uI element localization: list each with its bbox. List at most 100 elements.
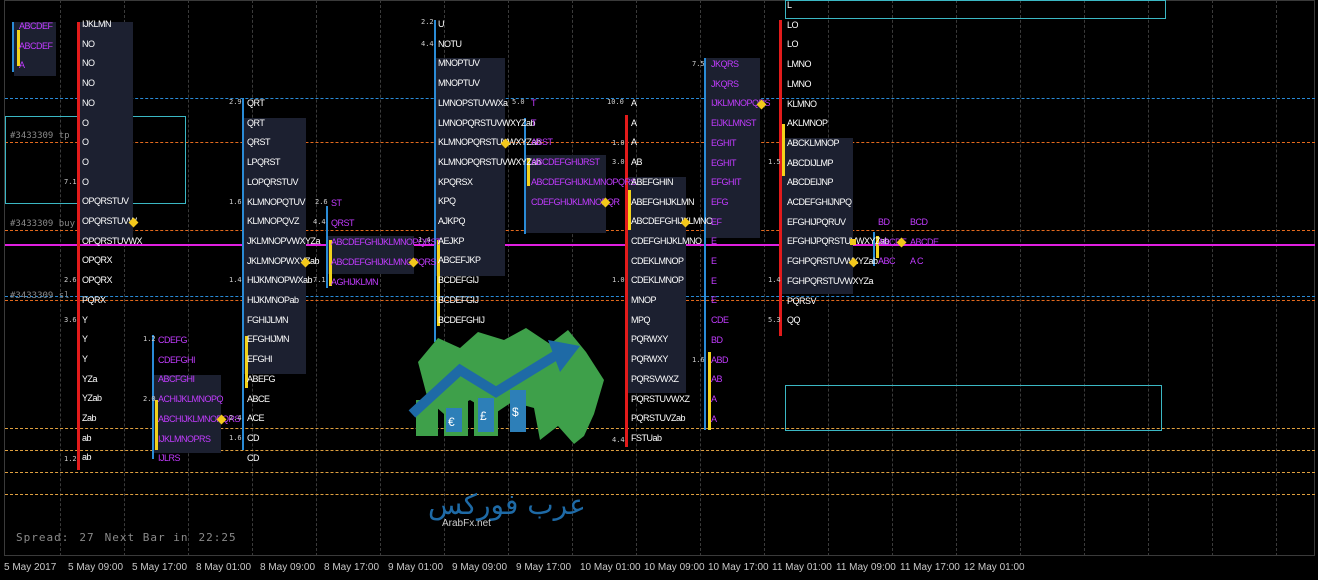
- tpo-row: OPQRSTUVWX: [82, 235, 143, 246]
- logo-arabic-text: عرب فوركس: [428, 488, 586, 521]
- tpo-count: 5.3: [768, 316, 781, 324]
- tpo-row: A: [19, 60, 25, 71]
- tpo-profile: JKQRS JKQRS IJKLMNOPQRS EIJKLMNST EGHIT …: [711, 55, 771, 429]
- tpo-row: ABD: [711, 354, 729, 365]
- tpo-row: ACE: [247, 413, 265, 424]
- tpo-row: KLMNOPQTUV: [247, 196, 306, 207]
- value-area-bar: [12, 22, 14, 72]
- tpo-row: FGHPQRSTUVWXYZab: [787, 256, 878, 267]
- tpo-row: LMNOPSTUVWXa: [438, 97, 508, 108]
- time-label: 9 May 09:00: [452, 562, 508, 573]
- tpo-count: 1.2: [143, 335, 156, 343]
- time-axis[interactable]: 5 May 2017 5 May 09:00 5 May 17:00 8 May…: [0, 556, 1318, 580]
- tpo-row: ABEFG: [247, 373, 276, 384]
- tpo-count: 7.1: [64, 178, 77, 186]
- tpo-profile: CDEFG CDEFGHI ABCFGHI ACHIJKLMNOPQ ABCHI…: [158, 331, 241, 469]
- tpo-row: OPQRX: [82, 255, 113, 266]
- tpo-row: A C: [910, 256, 924, 267]
- tpo-row: Y: [82, 314, 88, 325]
- tpo-count: 2.4: [229, 414, 242, 422]
- tpo-count: 1.0: [612, 139, 625, 147]
- time-label: 10 May 17:00: [708, 562, 769, 573]
- arabfx-logo: € £ $ عرب فوركس ArabFx.net: [408, 328, 604, 528]
- poc-bar: [77, 22, 80, 470]
- tpo-row: ABCDEFGHIJKLMNO: [631, 216, 713, 227]
- rectangle-object[interactable]: [785, 385, 1162, 431]
- tpo-row: O: [82, 176, 89, 187]
- tpo-row: EFGHIT: [711, 177, 742, 188]
- tpo-row: ABCDIJLMP: [787, 157, 834, 168]
- tpo-row: CDEFGHI: [158, 354, 196, 365]
- tpo-row: CDE: [711, 315, 729, 326]
- value-area-bar: [326, 206, 328, 288]
- tpo-count: 3.0: [612, 158, 625, 166]
- tpo-row: ABC: [878, 256, 896, 267]
- tpo-count: 2.2: [421, 18, 434, 26]
- tpo-row: A: [631, 98, 637, 108]
- tpo-row: NO: [82, 97, 95, 108]
- tpo-count: 7.1: [313, 276, 326, 284]
- tpo-row: O: [82, 137, 89, 148]
- tpo-count: 1.2: [64, 455, 77, 463]
- tpo-row: CDEKLMNOP: [631, 275, 684, 286]
- tpo-row: ABCFGHI: [158, 374, 195, 385]
- tpo-row: HIJKMNOPWXab: [247, 275, 313, 286]
- tpo-row: PQRX: [82, 294, 106, 305]
- tpo-row: NO: [82, 38, 95, 49]
- tpo-row: BD: [878, 217, 890, 227]
- tpo-count: 1.5: [768, 158, 781, 166]
- tpo-row: BCD: [910, 217, 928, 227]
- tpo-row: E: [711, 275, 717, 286]
- tpo-row: EF: [711, 216, 722, 227]
- tpo-count: 2.9: [229, 98, 242, 106]
- tpo-row: MNOPTUV: [438, 58, 480, 69]
- tpo-row: AB: [711, 374, 723, 385]
- tpo-row: JKLMNOPVWXYZa: [247, 235, 321, 246]
- tpo-row: QRST: [331, 217, 355, 228]
- tpo-profile: U NOTU MNOPTUV MNOPTUV LMNOPSTUVWXa LMNO…: [438, 15, 541, 330]
- tpo-count: 3.6: [64, 316, 77, 324]
- tpo-row: KLMNOPQRSTUVWXYZab: [438, 137, 541, 148]
- tpo-row: T: [531, 117, 537, 128]
- tpo-row: OPQRSTUV: [82, 196, 129, 207]
- tpo-profile: QRT QRT QRST LPQRST LOPQRSTUV KLMNOPQTUV…: [247, 94, 321, 468]
- tpo-row: EFG: [711, 196, 729, 207]
- level-line: [5, 472, 1315, 473]
- logo-latin-text: ArabFx.net: [442, 518, 491, 528]
- tpo-row: CDEFG: [158, 335, 188, 345]
- tpo-row: JKQRS: [711, 59, 739, 69]
- tpo-row: YZab: [82, 393, 102, 404]
- tpo-row: EGHIT: [711, 157, 737, 168]
- tpo-profile: T T ABST ABCDEFGHIJRST ABCDEFGHIJKLMNOPQ…: [531, 94, 637, 212]
- svg-text:€: €: [448, 415, 455, 429]
- tpo-row: MPQ: [631, 314, 651, 325]
- time-label: 8 May 01:00: [196, 562, 252, 573]
- yellow-bar: [782, 124, 785, 176]
- tpo-row: A: [711, 413, 717, 424]
- value-area-bar: [242, 98, 244, 450]
- tpo-row: PQRWXY: [631, 334, 668, 345]
- tpo-row: LMNOPQRSTUVWXYZab: [438, 117, 536, 128]
- tpo-count: 4.4: [421, 40, 434, 48]
- tpo-row: ABCKLMNOP: [787, 137, 840, 148]
- tpo-row: KLMNOPQVZ: [247, 216, 300, 227]
- value-area-bar: [434, 20, 436, 342]
- tpo-row: AKLMNOP: [787, 118, 828, 129]
- tpo-row: O: [82, 117, 89, 128]
- tpo-profile: IJKLMN NO NO NO NO O O O O OPQRSTUV OPQR…: [82, 15, 143, 468]
- time-label: 8 May 17:00: [324, 562, 380, 573]
- tpo-profile: A A A AB ABEFGHIN ABEFGHIJKLMN ABCDEFGHI…: [631, 94, 713, 449]
- tpo-row: FGHPQRSTUVWXYZa: [787, 275, 874, 286]
- time-label: 9 May 01:00: [388, 562, 444, 573]
- tpo-row: NO: [82, 58, 95, 69]
- tpo-row: LMNO: [787, 78, 812, 89]
- tpo-count: 2.0: [143, 395, 156, 403]
- price-chart[interactable]: #3433309 tp #3433309 buy #3433309 sl ABC…: [0, 0, 1318, 580]
- tpo-row: LO: [787, 39, 799, 50]
- tpo-row: ABCDE: [910, 236, 939, 247]
- time-label: 12 May 01:00: [964, 562, 1025, 573]
- tpo-row: Y: [82, 353, 88, 364]
- tpo-row: KPQRSX: [438, 176, 473, 187]
- status-line: Spread: 27 Next Bar in 22:25: [16, 531, 247, 544]
- tpo-row: ABCDEF: [19, 21, 53, 31]
